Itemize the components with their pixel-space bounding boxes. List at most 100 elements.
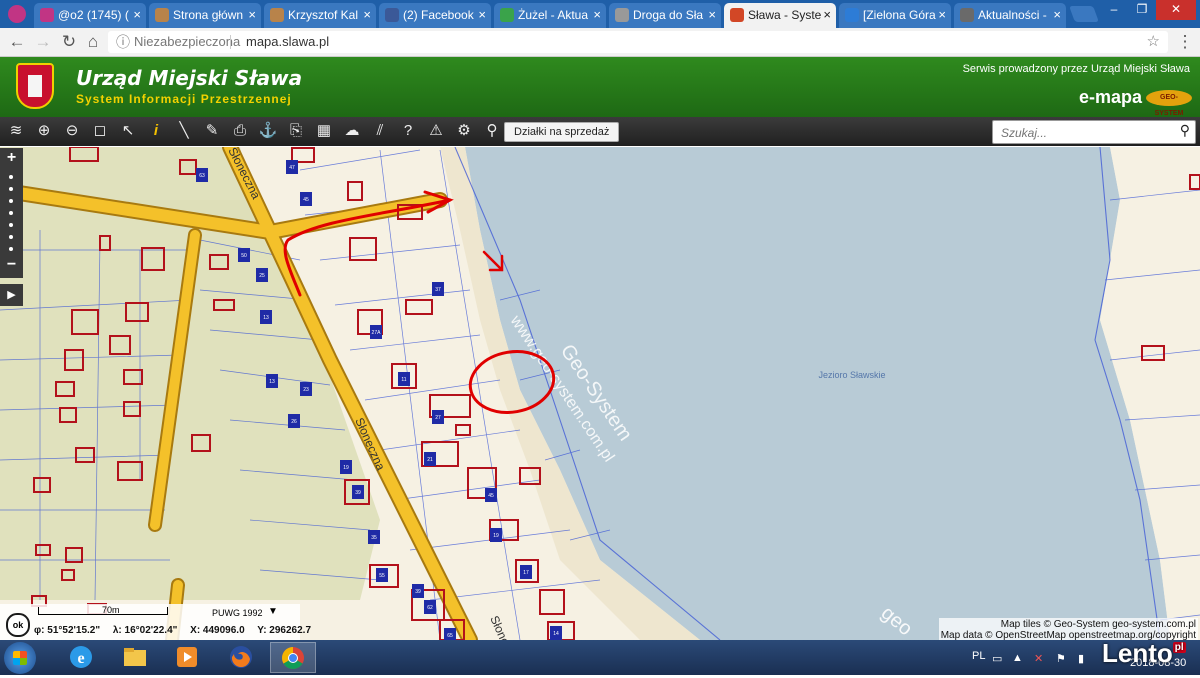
tray-arrow-icon[interactable]: ▲ [1012,652,1023,664]
projection-dropdown-icon[interactable]: ▼ [268,606,278,617]
browser-tab[interactable]: Aktualności - × [954,3,1066,28]
zoom-level-dot[interactable] [9,235,13,239]
language-indicator[interactable]: PL [972,650,985,662]
browser-tab[interactable]: @o2 (1745) (× [34,3,146,28]
keyboard-icon[interactable]: ▭ [992,652,1002,665]
url-field[interactable]: ⓘ Niezabezpieczona mapa.slawa.pl ☆ [108,31,1168,53]
select-icon[interactable]: ↖ [118,121,138,141]
expand-panel-button[interactable]: ▶ [0,284,23,306]
projection-label: PUWG 1992 [212,608,263,618]
media-player-icon[interactable] [164,642,210,673]
flag-icon[interactable]: ⚑ [1056,652,1066,665]
y-coordinate: Y: 296262.7 [257,625,312,636]
explorer-icon[interactable] [112,642,158,673]
menu-icon[interactable]: ⋮ [1174,32,1196,52]
zoom-level-dot[interactable] [9,187,13,191]
settings-icon[interactable]: ⚙ [454,121,474,141]
browser-tab[interactable]: Droga do Sła × [609,3,721,28]
browser-tab[interactable]: (2) Facebook × [379,3,491,28]
house-number: 19 [343,465,349,471]
lento-tld: pl [1172,642,1186,653]
ie-icon[interactable]: e [58,642,104,673]
start-button[interactable] [4,642,36,674]
bookmark-star-icon[interactable]: ☆ [1147,31,1160,53]
forward-icon[interactable]: → [32,32,54,52]
browser-tab[interactable]: Sława - Syste × [724,3,836,28]
pin-icon[interactable]: ⚓ [258,121,278,141]
house-number: 13 [263,315,269,321]
close-tab-icon[interactable]: × [133,7,141,22]
sf-icon [500,8,514,22]
zoom-in-icon[interactable]: ⊕ [34,121,54,141]
tab-title: Żużel - Aktua [518,8,589,22]
browser-tab[interactable]: Krzysztof Kal × [264,3,376,28]
browser-tab[interactable]: Żużel - Aktua × [494,3,606,28]
close-tab-icon[interactable]: × [478,7,486,22]
close-tab-icon[interactable]: × [1053,7,1061,22]
browser-tab[interactable]: [Zielona Góra × [839,3,951,28]
search-input[interactable] [999,123,1173,142]
close-tab-icon[interactable]: × [248,7,256,22]
clip-icon[interactable]: ✎ [202,121,222,141]
zoom-level-dot[interactable] [9,199,13,203]
close-tab-icon[interactable]: × [363,7,371,22]
zoom-level-dot[interactable] [9,175,13,179]
tab-title: [Zielona Góra [863,8,936,22]
export-icon[interactable]: ⎘ [286,121,306,141]
annotate-icon[interactable]: ☁ [342,121,362,141]
firefox-icon[interactable] [218,642,264,673]
map-canvas[interactable]: 63 47 45 50 25 37 26 19 27A 11 13 23 27 21 35 17 39 55 45 1… [0,147,1200,640]
measure-icon[interactable]: ╲ [174,121,194,141]
ok-button[interactable]: ok [6,613,30,637]
maximize-button[interactable]: ❐ [1128,0,1156,20]
hatch-icon[interactable]: ⫽ [370,121,390,141]
close-tab-icon[interactable]: × [823,7,831,22]
zoom-level-dot[interactable] [9,247,13,251]
house-number: 39 [355,490,361,496]
house-number: 14 [553,631,559,637]
lento-watermark: Lento pl [1102,638,1186,669]
scale-label: 70m [102,605,120,615]
battery-icon[interactable]: ▮ [1078,652,1084,665]
layers-icon[interactable]: ≋ [6,121,26,141]
location-icon[interactable]: ⚲ [482,121,502,141]
emapa-brand: e-mapa [1078,87,1142,107]
house-number: 17 [523,570,529,576]
x-coordinate: X: 449096.0 [190,625,245,636]
dzialki-button[interactable]: Działki na sprzedaż [504,122,620,142]
zoom-level-dot[interactable] [9,223,13,227]
reload-icon[interactable]: ↻ [58,32,80,52]
profile-icon[interactable] [8,5,26,23]
zoom-out-button[interactable]: − [0,256,23,274]
chrome-icon[interactable] [270,642,316,673]
house-number: 23 [303,387,309,393]
facebook-icon [385,8,399,22]
info-icon[interactable]: i [146,121,166,141]
zoom-in-button[interactable]: + [0,149,23,167]
print-icon[interactable]: ⎙ [230,121,250,141]
browser-tab[interactable]: Strona główn × [149,3,261,28]
close-tab-icon[interactable]: × [938,7,946,22]
house-number: 25 [259,273,265,279]
help-icon[interactable]: ? [398,121,418,141]
site-icon [155,8,169,22]
house-number: 13 [269,379,275,385]
warning-icon[interactable]: ⚠ [426,121,446,141]
close-tab-icon[interactable]: × [593,7,601,22]
zoom-extent-icon[interactable]: ◻ [90,121,110,141]
back-icon[interactable]: ← [6,32,28,52]
zoom-bar: + − [0,148,23,278]
home-icon[interactable]: ⌂ [82,32,104,52]
close-tab-icon[interactable]: × [708,7,716,22]
minimize-button[interactable]: – [1100,0,1128,20]
info-icon[interactable]: ⓘ [116,31,130,53]
zoom-level-dot[interactable] [9,211,13,215]
document-icon [615,8,629,22]
site-icon [270,8,284,22]
network-icon[interactable]: ✕ [1034,652,1043,665]
close-window-button[interactable]: ✕ [1156,0,1196,20]
zoom-out-icon[interactable]: ⊖ [62,121,82,141]
search-icon[interactable]: ⚲ [1180,122,1190,139]
house-number: 35 [371,535,377,541]
layout-icon[interactable]: ▦ [314,121,334,141]
